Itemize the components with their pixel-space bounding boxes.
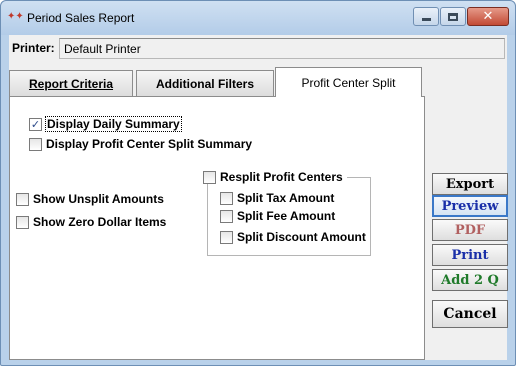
dialog-body: Printer: Default Printer Report Criteria… xyxy=(9,35,508,360)
checkbox-label: Split Fee Amount xyxy=(237,209,336,223)
display-daily-summary-checkbox[interactable]: ✓ Display Daily Summary xyxy=(29,116,182,132)
checkbox-label: Show Unsplit Amounts xyxy=(33,192,164,206)
checkbox-box xyxy=(220,191,233,205)
tab-report-criteria[interactable]: Report Criteria xyxy=(9,70,133,97)
checkbox-label: Split Discount Amount xyxy=(237,230,366,244)
title-bar[interactable]: ✦✦ Period Sales Report ✕ xyxy=(1,1,515,35)
tab-report-criteria-label: Report Criteria xyxy=(28,77,114,91)
pdf-button[interactable]: PDF xyxy=(432,219,508,241)
tab-profit-center-split-label: Profit Center Split xyxy=(301,75,396,90)
minimize-icon xyxy=(421,18,431,21)
tab-panel-profit-center-split: ✓ Display Daily Summary Display Profit C… xyxy=(9,96,425,360)
checkbox-box xyxy=(16,215,29,229)
preview-button[interactable]: Preview xyxy=(432,195,508,217)
tab-profit-center-split[interactable]: Profit Center Split xyxy=(275,67,422,97)
checkbox-label: Display Profit Center Split Summary xyxy=(46,137,253,151)
checkbox-box xyxy=(16,192,29,206)
show-zero-dollar-items-checkbox[interactable]: Show Zero Dollar Items xyxy=(16,215,166,229)
close-button[interactable]: ✕ xyxy=(467,7,509,26)
print-button[interactable]: Print xyxy=(432,244,508,266)
window-title: Period Sales Report xyxy=(27,11,135,25)
printer-label: Printer: xyxy=(12,41,55,55)
checkbox-box xyxy=(29,137,42,151)
split-tax-amount-checkbox[interactable]: Split Tax Amount xyxy=(220,191,334,205)
checkbox-label: Resplit Profit Centers xyxy=(220,170,343,184)
checkbox-box xyxy=(220,209,233,223)
checkmark-icon: ✓ xyxy=(30,117,41,131)
checkbox-label: Display Daily Summary xyxy=(45,116,182,132)
checkbox-box xyxy=(220,230,233,244)
checkbox-label: Show Zero Dollar Items xyxy=(33,215,167,229)
maximize-icon xyxy=(448,12,458,21)
checkbox-label: Split Tax Amount xyxy=(237,191,335,205)
add-to-queue-button[interactable]: Add 2 Q xyxy=(432,269,508,291)
split-fee-amount-checkbox[interactable]: Split Fee Amount xyxy=(220,209,335,223)
cancel-button[interactable]: Cancel xyxy=(432,300,508,328)
window-controls: ✕ xyxy=(412,7,509,26)
printer-field[interactable]: Default Printer xyxy=(59,38,505,59)
minimize-button[interactable] xyxy=(413,7,439,26)
checkbox-box xyxy=(203,170,216,184)
period-sales-report-window: ✦✦ Period Sales Report ✕ Printer: Defaul… xyxy=(0,0,516,366)
close-icon: ✕ xyxy=(482,9,494,24)
maximize-button[interactable] xyxy=(440,7,466,26)
resplit-profit-centers-checkbox[interactable]: Resplit Profit Centers xyxy=(203,170,347,184)
sales-report-app-icon: ✦✦ xyxy=(7,11,24,22)
checkbox-box: ✓ xyxy=(29,117,42,131)
export-button[interactable]: Export xyxy=(432,173,508,195)
split-discount-amount-checkbox[interactable]: Split Discount Amount xyxy=(220,230,366,244)
tab-additional-filters[interactable]: Additional Filters xyxy=(136,70,274,97)
tab-additional-filters-label: Additional Filters xyxy=(155,77,254,91)
display-profit-center-split-summary-checkbox[interactable]: Display Profit Center Split Summary xyxy=(29,137,252,151)
show-unsplit-amounts-checkbox[interactable]: Show Unsplit Amounts xyxy=(16,192,164,206)
